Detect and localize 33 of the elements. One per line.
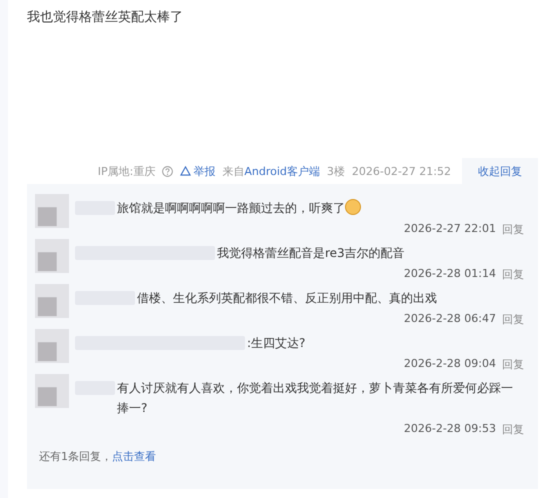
post-text: 我也觉得格蕾丝英配太棒了	[27, 9, 184, 27]
reply-text: 借楼、生化系列英配都很不错、反正别用中配、真的出戏	[137, 290, 437, 307]
avatar[interactable]	[35, 284, 69, 318]
avatar[interactable]	[35, 329, 69, 363]
warning-icon	[180, 166, 192, 176]
floor-number: 3楼	[326, 164, 345, 178]
view-more-link[interactable]: 点击查看	[112, 450, 156, 463]
source-text: 来自Android客户端	[222, 164, 320, 178]
help-icon[interactable]	[162, 166, 174, 176]
reply-time: 2026-2-28 06:47	[404, 312, 496, 327]
reply-link[interactable]: 回复	[502, 357, 524, 372]
reply-time: 2026-2-28 01:14	[404, 267, 496, 282]
post-time: 2026-02-27 21:52	[352, 164, 451, 178]
reply-text: 有人讨厌就有人喜欢，你觉着出戏我觉着挺好，萝卜青菜各有所爱何必踩一捧一?	[117, 380, 514, 417]
ip-location: IP属地:重庆	[98, 164, 156, 178]
reply-link[interactable]: 回复	[502, 267, 524, 282]
reply-text: 我觉得格蕾丝配音是re3吉尔的配音	[217, 245, 405, 262]
emoji-icon	[345, 199, 361, 215]
avatar[interactable]	[35, 374, 69, 408]
reply-link[interactable]: 回复	[502, 422, 524, 437]
collapse-replies-button[interactable]: 收起回复	[462, 158, 538, 184]
client-link[interactable]: Android客户端	[244, 164, 320, 178]
reply-link[interactable]: 回复	[502, 222, 524, 237]
reply-link[interactable]: 回复	[502, 312, 524, 327]
report-link[interactable]: 举报	[180, 164, 216, 178]
reply-time: 2026-2-28 09:53	[404, 422, 496, 437]
reply-time: 2026-2-27 22:01	[404, 222, 496, 237]
reply-text: 旅馆就是啊啊啊啊啊一路颤过去的，听爽了	[117, 200, 345, 217]
more-replies-text: 还有1条回复，	[39, 450, 112, 463]
avatar[interactable]	[35, 194, 69, 228]
reply-text: :生四艾达?	[247, 335, 306, 352]
reply-time: 2026-2-28 09:04	[404, 357, 496, 372]
avatar[interactable]	[35, 239, 69, 273]
